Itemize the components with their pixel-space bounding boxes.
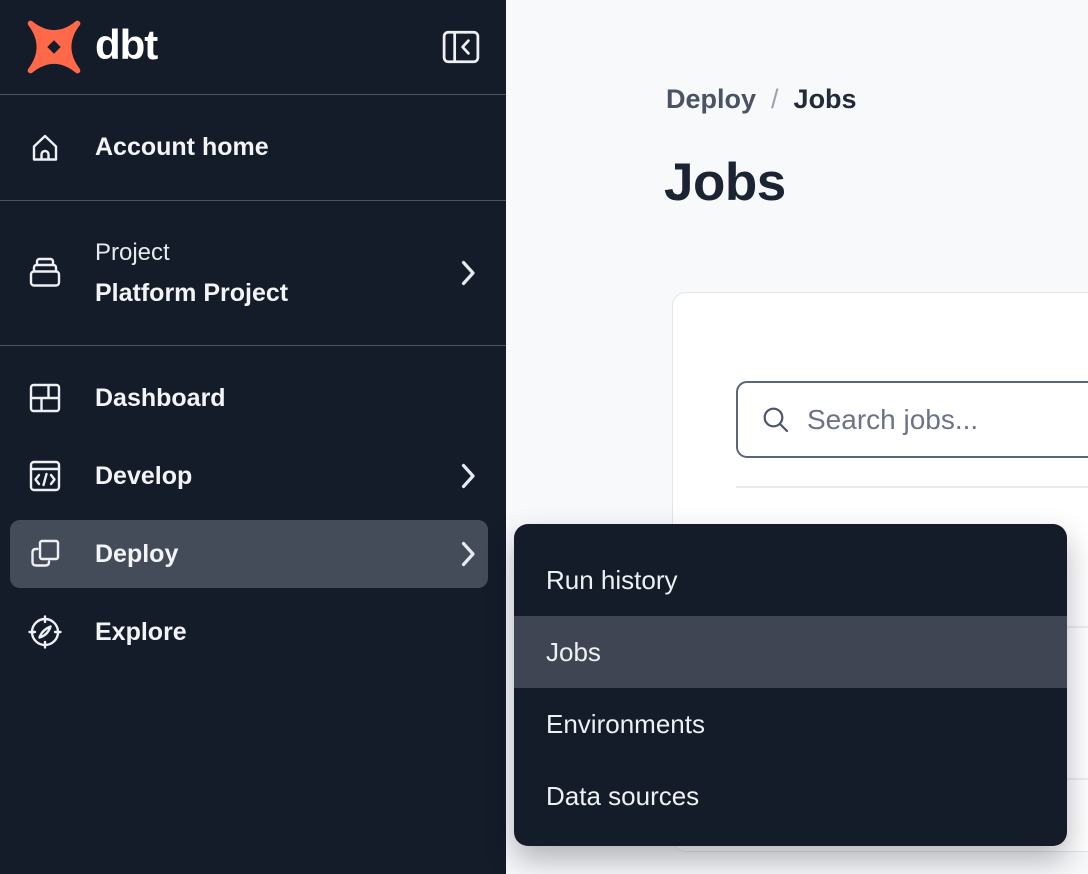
sidebar-item-account-home[interactable]: Account home [0, 95, 506, 201]
dashboard-grid-icon [28, 381, 62, 415]
breadcrumb: Deploy / Jobs [666, 84, 857, 115]
sidebar-item-label: Dashboard [95, 384, 226, 413]
collapse-sidebar-button[interactable] [442, 30, 480, 64]
page-title: Jobs [664, 152, 786, 213]
search-icon [762, 406, 790, 434]
sidebar-item-label: Account home [95, 133, 269, 162]
compass-icon [28, 615, 62, 649]
project-overline: Project [95, 233, 288, 273]
breadcrumb-separator: / [771, 84, 779, 115]
project-stack-icon [28, 256, 62, 290]
sidebar-nav: Dashboard Develop [0, 346, 506, 666]
search-jobs-input[interactable] [807, 404, 1088, 436]
menu-item-run-history[interactable]: Run history [514, 544, 1067, 616]
sidebar-header: dbt [0, 0, 506, 95]
menu-item-environments[interactable]: Environments [514, 688, 1067, 760]
chevron-right-icon [461, 463, 476, 489]
deploy-squares-icon [28, 537, 62, 571]
dbt-logo-icon [26, 19, 82, 75]
breadcrumb-deploy-link[interactable]: Deploy [666, 84, 756, 115]
sidebar-item-label: Deploy [95, 540, 178, 569]
code-window-icon [28, 459, 62, 493]
sidebar-item-project[interactable]: Project Platform Project [0, 201, 506, 346]
sidebar-item-label: Explore [95, 618, 187, 647]
home-icon [28, 131, 62, 165]
chevron-right-icon [461, 541, 476, 567]
card-divider [736, 486, 1088, 488]
breadcrumb-current: Jobs [794, 84, 857, 115]
sidebar-item-develop[interactable]: Develop [10, 442, 488, 510]
menu-item-data-sources[interactable]: Data sources [514, 760, 1067, 832]
menu-item-jobs[interactable]: Jobs [514, 616, 1067, 688]
search-box[interactable] [736, 381, 1088, 458]
logo-wordmark: dbt [95, 21, 157, 69]
project-name: Platform Project [95, 273, 288, 313]
sidebar-item-deploy[interactable]: Deploy [10, 520, 488, 588]
collapse-sidebar-icon [442, 30, 480, 64]
sidebar-item-label: Develop [95, 462, 192, 491]
sidebar-item-dashboard[interactable]: Dashboard [10, 364, 488, 432]
sidebar: dbt Account home Project [0, 0, 506, 874]
deploy-flyout-menu: Run history Jobs Environments Data sourc… [514, 524, 1067, 846]
sidebar-item-explore[interactable]: Explore [10, 598, 488, 666]
chevron-right-icon [461, 260, 476, 286]
